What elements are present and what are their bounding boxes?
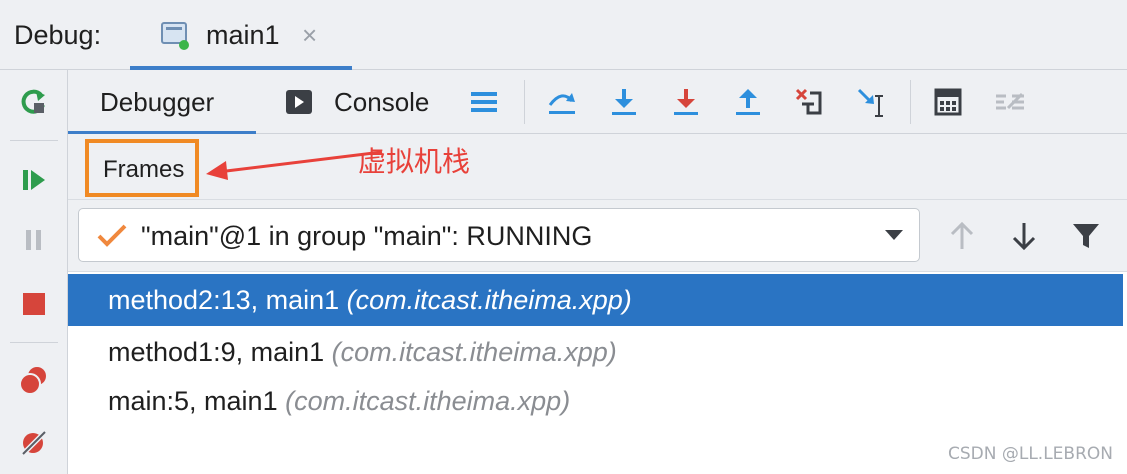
- tab-debugger[interactable]: Debugger: [68, 70, 256, 135]
- step-out-icon[interactable]: [730, 84, 766, 120]
- frame-package: (com.itcast.itheima.xpp): [331, 337, 617, 367]
- list-item[interactable]: method2:13, main1 (com.itcast.itheima.xp…: [68, 274, 1123, 326]
- resume-icon[interactable]: [14, 160, 54, 200]
- trace-icon[interactable]: [992, 84, 1028, 120]
- frames-highlight-box: Frames: [85, 139, 199, 197]
- checkmark-icon: [95, 221, 129, 249]
- filter-icon[interactable]: [1068, 218, 1104, 254]
- frame-method: main:5, main1: [108, 386, 278, 416]
- tab-debugger-label: Debugger: [100, 87, 215, 117]
- rerun-icon[interactable]: [14, 82, 54, 122]
- step-over-icon[interactable]: [544, 84, 580, 120]
- toolbar-separator: [524, 80, 525, 124]
- console-icon: [286, 90, 312, 114]
- drop-frame-icon[interactable]: [792, 84, 828, 120]
- view-breakpoints-icon[interactable]: [14, 360, 54, 400]
- run-tab-main1[interactable]: main1 ×: [130, 8, 352, 70]
- annotation-text: 虚拟机栈: [358, 145, 471, 178]
- watermark: CSDN @LL.LEBRON: [947, 444, 1113, 464]
- frames-header: Frames 虚拟机栈: [68, 134, 1127, 200]
- frame-method: method1:9, main1: [108, 337, 325, 367]
- debugger-toolbar: Debugger Console: [68, 70, 1127, 135]
- close-icon[interactable]: ×: [302, 20, 317, 51]
- step-into-icon[interactable]: [606, 84, 642, 120]
- tab-console[interactable]: Console: [282, 70, 442, 134]
- frames-list: method2:13, main1 (com.itcast.itheima.xp…: [68, 272, 1127, 474]
- frame-package: (com.itcast.itheima.xpp): [285, 386, 571, 416]
- list-item[interactable]: main:5, main1 (com.itcast.itheima.xpp): [68, 375, 1123, 427]
- frame-method: method2:13, main1: [108, 285, 340, 315]
- application-icon: [160, 20, 190, 50]
- mute-breakpoints-icon[interactable]: [14, 422, 54, 462]
- frame-package: (com.itcast.itheima.xpp): [346, 285, 632, 315]
- run-to-cursor-icon[interactable]: [854, 84, 890, 120]
- toolbar-separator: [10, 342, 58, 343]
- arrow-down-icon[interactable]: [1006, 218, 1042, 254]
- debug-tool-window-header: Debug: main1 ×: [0, 0, 1127, 70]
- thread-selector-value: "main"@1 in group "main": RUNNING: [141, 221, 593, 251]
- chevron-down-icon: [885, 230, 903, 240]
- evaluate-expression-icon[interactable]: [930, 84, 966, 120]
- toolbar-separator: [910, 80, 911, 124]
- thread-selector-dropdown[interactable]: "main"@1 in group "main": RUNNING: [78, 208, 920, 262]
- force-step-into-icon[interactable]: [668, 84, 704, 120]
- pause-icon[interactable]: [14, 220, 54, 260]
- stop-icon[interactable]: [14, 284, 54, 324]
- frames-label: Frames: [103, 156, 185, 183]
- left-toolbar: [0, 70, 68, 474]
- debug-title: Debug:: [14, 20, 102, 50]
- toolbar-separator: [10, 140, 58, 141]
- run-tab-label: main1: [206, 20, 280, 50]
- arrow-up-icon[interactable]: [944, 218, 980, 254]
- thread-selector-row: "main"@1 in group "main": RUNNING: [68, 200, 1127, 272]
- tab-console-label: Console: [334, 87, 430, 117]
- list-item[interactable]: method1:9, main1 (com.itcast.itheima.xpp…: [68, 326, 1123, 378]
- layout-icon[interactable]: [466, 84, 502, 120]
